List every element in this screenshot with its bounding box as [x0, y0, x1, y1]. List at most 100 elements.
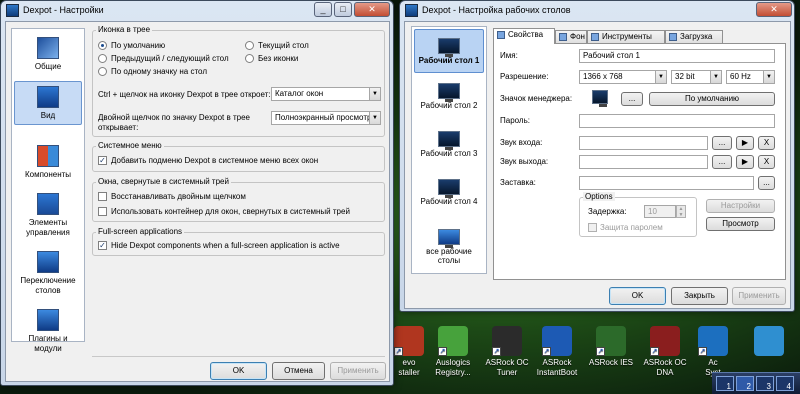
window-title: Dexpot - Настройки [23, 5, 104, 15]
ok-button[interactable]: OK [210, 362, 267, 380]
apply-button[interactable]: Применить [330, 362, 386, 380]
use-container-checkbox[interactable] [98, 207, 107, 216]
taskbar-desktop-1[interactable]: 1 [716, 376, 734, 391]
delay-field[interactable]: 10 [644, 205, 676, 218]
tab-properties[interactable]: Свойства [493, 28, 555, 44]
radio-prev-next-label: Предыдущий / следующий стол [111, 54, 229, 63]
hide-components-label: Hide Dexpot components when a full-scree… [111, 241, 340, 250]
ctrl-click-value: Каталог окон [275, 89, 324, 98]
screensaver-preview-button[interactable]: Просмотр [706, 217, 775, 231]
screensaver-field[interactable] [579, 176, 754, 190]
delay-label: Задержка: [588, 207, 627, 216]
desktop-icon-app[interactable] [740, 326, 798, 358]
radio-prev-next[interactable] [98, 54, 107, 63]
group-title: Full-screen applications [96, 227, 185, 236]
login-sound-field[interactable] [579, 136, 708, 150]
asrock-ies-icon: ↗ [596, 326, 626, 356]
sidebar-item-plugins[interactable]: Плагины и модули [14, 309, 82, 353]
sidebar-item-controls[interactable]: Элементы управления [14, 193, 82, 243]
logout-sound-play-button[interactable]: ▶ [736, 155, 754, 169]
group-title: Окна, свернутые в системный трей [96, 177, 231, 186]
dbl-click-value: Полноэкранный просмотр [275, 113, 372, 122]
monitor-icon [438, 38, 460, 57]
close-button[interactable]: ✕ [756, 2, 792, 17]
maximize-button[interactable]: □ [334, 2, 352, 17]
components-icon [37, 145, 59, 167]
taskbar-desktop-3[interactable]: 3 [756, 376, 774, 391]
radio-current-desktop[interactable] [245, 41, 254, 50]
revo-uninstaller-icon: ↗ [394, 326, 424, 356]
chevron-down-icon: ▼ [369, 112, 380, 124]
sidebar-item-general[interactable]: Общие [14, 37, 82, 77]
desktop-item-2[interactable]: Рабочий стол 2 [414, 83, 484, 123]
desktop-item-4[interactable]: Рабочий стол 4 [414, 179, 484, 219]
logout-sound-field[interactable] [579, 155, 708, 169]
ok-button[interactable]: OK [609, 287, 666, 305]
desktop-icon-system[interactable]: ↗ Ac Syst [684, 326, 742, 378]
desktop-icon-label: Registry... [435, 368, 471, 377]
password-label: Пароль: [500, 116, 530, 125]
tab-tools[interactable]: Инструменты [587, 30, 665, 44]
logout-sound-browse-button[interactable]: ... [712, 155, 732, 169]
browse-icon-button[interactable]: ... [621, 92, 643, 106]
sidebar-item-view[interactable]: Вид [14, 81, 82, 125]
desktop-icon-label: ASRock [542, 358, 572, 367]
desktop-icon-asrock-instantboot[interactable]: ↗ ASRock InstantBoot [528, 326, 586, 378]
desktop-item-3[interactable]: Рабочий стол 3 [414, 131, 484, 171]
dexpot-app-icon [6, 4, 19, 17]
screensaver-browse-button[interactable]: ... [758, 176, 775, 190]
asrock-oc-tuner-icon: ↗ [492, 326, 522, 356]
password-field[interactable] [579, 114, 775, 128]
hide-components-checkbox[interactable]: ✓ [98, 241, 107, 250]
desktop-icon-auslogics[interactable]: ↗ Auslogics Registry... [424, 326, 482, 378]
monitor-icon [592, 90, 608, 107]
dbl-click-select[interactable]: Полноэкранный просмотр ▼ [271, 111, 381, 125]
login-sound-browse-button[interactable]: ... [712, 136, 732, 150]
settings-window: Dexpot - Настройки _ □ ✕ Общие Вид Компо… [0, 0, 394, 386]
resolution-select[interactable]: 1366 x 768 ▼ [579, 70, 667, 84]
restore-dblclick-checkbox[interactable] [98, 192, 107, 201]
ctrl-click-label: Ctrl + щелчок на иконку Dexpot в трее от… [98, 90, 271, 99]
sidebar-item-components[interactable]: Компоненты [14, 145, 82, 185]
cancel-button[interactable]: Отмена [272, 362, 325, 380]
title-bar[interactable]: Dexpot - Настройки _ □ ✕ [1, 1, 393, 21]
asrock-oc-dna-icon: ↗ [650, 326, 680, 356]
delay-spinner[interactable]: ▲ ▼ [676, 205, 686, 218]
screensaver-settings-button[interactable]: Настройки [706, 199, 775, 213]
desktop-item-1[interactable]: Рабочий стол 1 [414, 29, 484, 73]
use-container-label: Использовать контейнер для окон, свернут… [111, 207, 350, 216]
taskbar-desktop-4[interactable]: 4 [776, 376, 794, 391]
login-sound-play-button[interactable]: ▶ [736, 136, 754, 150]
sidebar-item-label: Общие [34, 62, 62, 71]
desktop-item-all[interactable]: все рабочие столы [414, 229, 484, 269]
radio-no-icon[interactable] [245, 54, 254, 63]
minimize-button[interactable]: _ [314, 2, 332, 17]
color-depth-value: 32 bit [675, 72, 695, 81]
tab-startup[interactable]: Загрузка [665, 30, 723, 44]
default-icon-button[interactable]: По умолчанию [649, 92, 775, 106]
sidebar-item-switching[interactable]: Переключение столов [14, 251, 82, 301]
apply-button[interactable]: Применить [732, 287, 786, 305]
logout-sound-clear-button[interactable]: X [758, 155, 775, 169]
add-submenu-checkbox[interactable]: ✓ [98, 156, 107, 165]
tray-windows-group: Окна, свернутые в системный трей Восстан… [92, 177, 385, 222]
close-dialog-button[interactable]: Закрыть [671, 287, 728, 305]
radio-default[interactable] [98, 41, 107, 50]
password-protect-checkbox[interactable] [588, 223, 597, 232]
controls-icon [37, 193, 59, 215]
switching-icon [37, 251, 59, 273]
name-field[interactable]: Рабочий стол 1 [579, 49, 775, 63]
monitor-icon [438, 229, 460, 248]
desktop-item-label: Рабочий стол 4 [420, 197, 478, 206]
login-sound-clear-button[interactable]: X [758, 136, 775, 150]
tab-background[interactable]: Фон [555, 30, 587, 44]
color-depth-select[interactable]: 32 bit ▼ [671, 70, 722, 84]
refresh-rate-select[interactable]: 60 Hz ▼ [726, 70, 775, 84]
desktop-icon-asrock-ies[interactable]: ↗ ASRock IES [582, 326, 640, 368]
settings-sidebar: Общие Вид Компоненты Элементы управления… [11, 28, 85, 353]
radio-per-desktop[interactable] [98, 67, 107, 76]
taskbar-desktop-2[interactable]: 2 [736, 376, 754, 391]
ctrl-click-select[interactable]: Каталог окон ▼ [271, 87, 381, 101]
title-bar[interactable]: Dexpot - Настройка рабочих столов ✕ [400, 1, 794, 21]
close-button[interactable]: ✕ [354, 2, 390, 17]
